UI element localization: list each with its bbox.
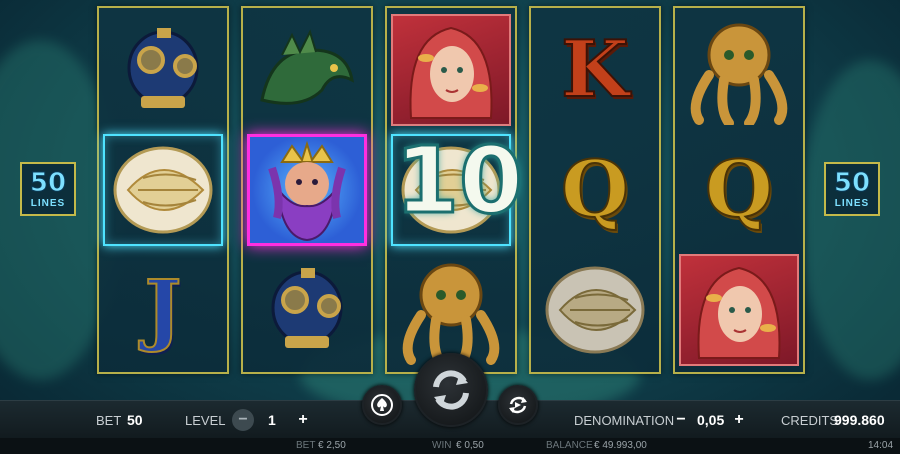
- status-balance-label: BALANCE: [546, 440, 593, 451]
- lines-badge-right: 50 LINES: [824, 162, 880, 216]
- lines-label: LINES: [30, 197, 66, 209]
- level-increase-button[interactable]: +: [292, 409, 314, 431]
- autoplay-button[interactable]: [362, 385, 402, 425]
- diving-helmet-icon: [271, 268, 343, 348]
- sea-dragon-icon: [260, 29, 354, 105]
- conch-shell-icon: [545, 266, 645, 354]
- level-value: 1: [268, 412, 276, 428]
- conch-shell-symbol: [535, 254, 655, 366]
- credits-label: CREDITS: [781, 413, 839, 428]
- diving-helmet-icon: [127, 28, 199, 108]
- mermaid-icon: [697, 266, 781, 359]
- reel-5: Q: [673, 6, 805, 374]
- sea-dragon-symbol: [247, 14, 367, 126]
- level-decrease-button[interactable]: −: [232, 409, 254, 431]
- status-bar: BET € 2,50 WIN € 0,50 BALANCE € 49.993,0…: [0, 438, 900, 454]
- win-amount-overlay: 10: [393, 126, 524, 236]
- bet-label: BET: [96, 413, 122, 428]
- reel-1: J: [97, 6, 229, 374]
- quick-spin-button[interactable]: [498, 385, 538, 425]
- status-balance-value: € 49.993,00: [594, 440, 647, 451]
- queen-letter: Q: [560, 144, 630, 235]
- octopus-symbol: [679, 14, 799, 126]
- octopus-icon: [690, 23, 788, 125]
- spin-arrows-icon: [433, 370, 469, 410]
- lines-count: 50: [29, 167, 67, 198]
- background-kelp: [800, 60, 900, 380]
- diving-helmet-symbol: [247, 254, 367, 366]
- king-symbol: K: [535, 14, 655, 126]
- credits-value: 999.860: [834, 412, 885, 428]
- level-label: LEVEL: [185, 413, 226, 428]
- status-bet-label: BET: [296, 440, 316, 451]
- mermaid-symbol: [679, 254, 799, 366]
- denomination-label: DENOMINATION: [574, 413, 675, 428]
- poseidon-icon: [268, 140, 346, 242]
- status-time: 14:04: [868, 440, 894, 451]
- jack-symbol: J: [103, 254, 223, 366]
- spade-chip-icon: [371, 394, 393, 416]
- status-win-label: WIN: [432, 440, 452, 451]
- lines-badge-left: 50 LINES: [20, 162, 76, 216]
- jack-letter: J: [144, 264, 183, 355]
- denomination-value: 0,05: [697, 412, 725, 428]
- fast-spin-icon: [509, 396, 527, 414]
- control-bar: BET 50 LEVEL − 1 + DENOMINATION − 0,05 +…: [0, 353, 900, 438]
- octopus-symbol: [391, 254, 511, 366]
- status-win-value: € 0,50: [456, 440, 484, 451]
- lines-count: 50: [833, 167, 871, 198]
- conch-shell-symbol: [103, 134, 223, 246]
- denomination-increase-button[interactable]: +: [728, 409, 750, 431]
- diving-helmet-symbol: [103, 14, 223, 126]
- conch-shell-icon: [113, 146, 213, 234]
- reel-4: K Q: [529, 6, 661, 374]
- queen-symbol: Q: [679, 134, 799, 246]
- reel-2: [241, 6, 373, 374]
- king-letter: K: [560, 24, 630, 115]
- poseidon-wild-symbol: [247, 134, 367, 246]
- queen-letter: Q: [704, 144, 774, 235]
- bet-value: 50: [127, 412, 143, 428]
- denomination-decrease-button[interactable]: −: [670, 409, 692, 431]
- mermaid-icon: [409, 26, 493, 119]
- lines-label: LINES: [834, 197, 870, 209]
- spin-button[interactable]: [414, 353, 488, 427]
- status-bet-value: € 2,50: [318, 440, 346, 451]
- queen-symbol: Q: [535, 134, 655, 246]
- mermaid-symbol: [391, 14, 511, 126]
- octopus-icon: [402, 263, 500, 365]
- game-scene: 50 LINES 50 LINES J K Q Q 10: [0, 0, 900, 402]
